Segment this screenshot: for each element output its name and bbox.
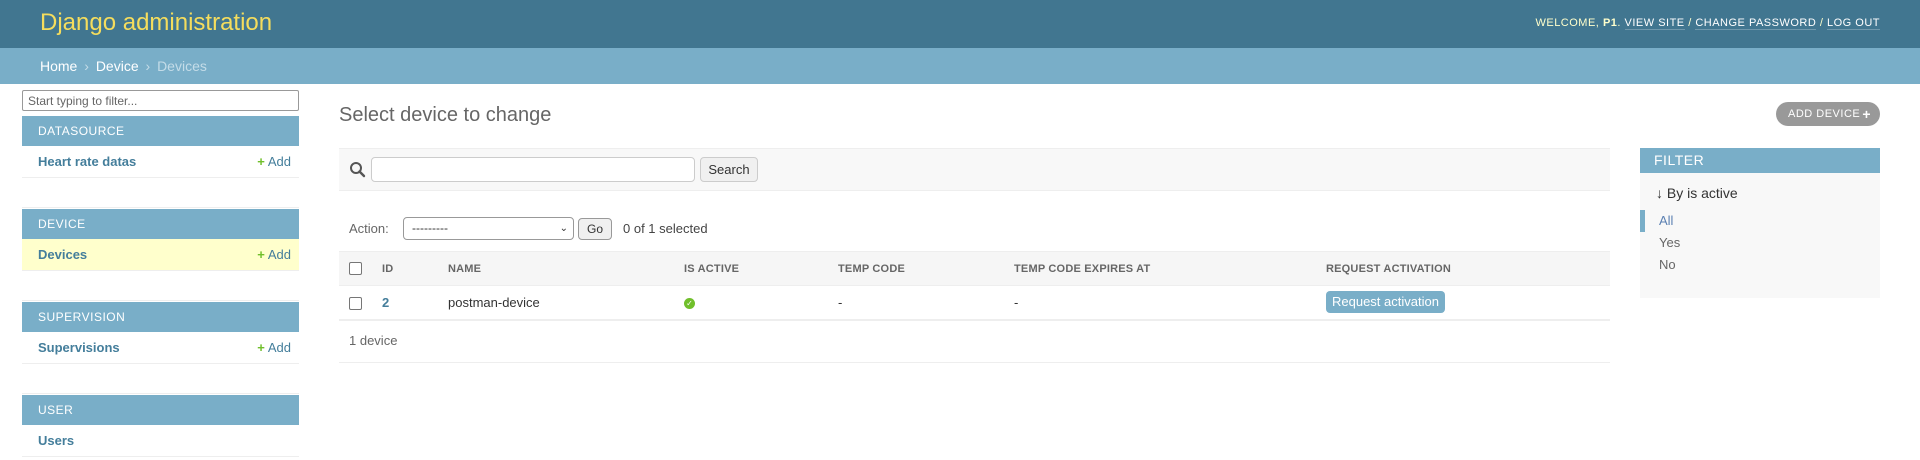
result-table: ID Name Is active Temp code Temp code ex… xyxy=(339,251,1610,321)
filter-option-all[interactable]: All xyxy=(1640,210,1880,232)
page-title: Select device to change xyxy=(339,104,552,126)
model-link-heart-rate-datas[interactable]: Heart rate datas xyxy=(38,154,136,169)
add-label: Add xyxy=(267,247,291,262)
model-link-supervisions[interactable]: Supervisions xyxy=(38,340,120,355)
breadcrumb-separator: › xyxy=(84,58,89,74)
log-out-link[interactable]: Log out xyxy=(1826,17,1880,30)
add-device-button[interactable]: Add device + xyxy=(1776,102,1880,126)
selection-counter: 0 of 1 selected xyxy=(623,221,708,236)
column-header-name[interactable]: Name xyxy=(439,251,675,286)
select-all-checkbox[interactable] xyxy=(349,262,362,275)
breadcrumb-app[interactable]: Device xyxy=(96,58,139,74)
module-spacer xyxy=(22,271,299,301)
welcome-text: Welcome, xyxy=(1535,17,1600,29)
app-module-device: Device Devices + Add xyxy=(22,209,299,301)
app-caption-device[interactable]: Device xyxy=(22,209,299,239)
filter-title: Filter xyxy=(1640,148,1880,173)
app-module-user: User Users xyxy=(22,395,299,457)
sidebar-item-supervisions: Supervisions + Add xyxy=(22,332,299,364)
cell-temp-code: - xyxy=(829,285,1005,321)
change-password-link[interactable]: Change password xyxy=(1695,17,1817,30)
cell-id: 2 xyxy=(373,285,439,321)
search-toolbar: Search xyxy=(339,148,1610,191)
column-header-id[interactable]: ID xyxy=(373,251,439,286)
add-heart-rate-data-link[interactable]: + Add xyxy=(257,154,291,169)
column-header-is-active[interactable]: Is active xyxy=(675,251,829,286)
add-supervision-link[interactable]: + Add xyxy=(257,340,291,355)
cell-temp-code-expires-at: - xyxy=(1005,285,1317,321)
sidebar-item-users: Users xyxy=(22,425,299,457)
action-select[interactable]: --------- ⌄ xyxy=(403,217,574,240)
request-activation-button[interactable]: Request activation xyxy=(1326,291,1445,314)
user-tools: Welcome, P1. View site / Change password… xyxy=(1535,17,1880,30)
header-bar: Django administration Welcome, P1. View … xyxy=(0,0,1920,48)
filter-by-is-active: ↓ By is active xyxy=(1656,185,1738,201)
changelist-filter: Filter ↓ By is active All Yes No xyxy=(1640,148,1880,298)
nav-sidebar: Datasource Heart rate datas +Add Device … xyxy=(22,84,299,460)
table-row: 2 postman-device ✓ - - Request activatio… xyxy=(339,285,1610,321)
breadcrumb-home[interactable]: Home xyxy=(40,58,77,74)
module-spacer xyxy=(22,364,299,394)
app-caption-supervision[interactable]: Supervision xyxy=(22,302,299,332)
cell-name: postman-device xyxy=(439,285,675,321)
model-link-devices[interactable]: Devices xyxy=(38,247,87,262)
chevron-down-icon: ⌄ xyxy=(559,223,568,234)
row-id-link[interactable]: 2 xyxy=(382,295,389,310)
select-all-header xyxy=(339,251,373,286)
site-branding-link[interactable]: Django administration xyxy=(40,9,272,37)
sidebar-item-heart-rate-datas: Heart rate datas + Add xyxy=(22,146,299,178)
plus-icon: + xyxy=(1862,106,1871,122)
app-module-supervision: Supervision Supervisions + Add xyxy=(22,302,299,394)
actions-bar: Action: --------- ⌄ Go 0 of 1 selected xyxy=(339,216,1610,242)
breadcrumb-current: Devices xyxy=(157,58,207,74)
filter-option-no[interactable]: No xyxy=(1640,254,1880,276)
breadcrumb: Home › Device › Devices xyxy=(0,48,1920,84)
model-link-users[interactable]: Users xyxy=(38,433,74,448)
module-spacer xyxy=(22,178,299,208)
go-button[interactable]: Go xyxy=(578,218,612,240)
plus-icon: + xyxy=(257,247,265,262)
plus-icon: + xyxy=(257,154,265,169)
sidebar-item-devices: Devices + Add xyxy=(22,239,299,271)
search-input[interactable] xyxy=(371,157,695,182)
column-header-temp-code-expires-at[interactable]: Temp code expires at xyxy=(1005,251,1317,286)
column-header-temp-code[interactable]: Temp code xyxy=(829,251,1005,286)
add-device-label: Add device xyxy=(1788,108,1861,120)
action-selected-value: --------- xyxy=(412,221,448,235)
username: P1 xyxy=(1602,17,1618,29)
paginator: 1 device xyxy=(339,322,1610,363)
app-caption-datasource[interactable]: Datasource xyxy=(22,116,299,146)
search-button[interactable]: Search xyxy=(700,157,758,182)
app-module-datasource: Datasource Heart rate datas + Add xyxy=(22,116,299,208)
add-label: Add xyxy=(267,154,291,169)
plus-icon: + xyxy=(257,340,265,355)
nav-filter-input[interactable] xyxy=(22,90,299,111)
search-icon xyxy=(350,162,366,178)
app-caption-user[interactable]: User xyxy=(22,395,299,425)
cell-request-activation: Request activation xyxy=(1317,285,1610,321)
breadcrumb-separator: › xyxy=(145,58,151,74)
table-header-row: ID Name Is active Temp code Temp code ex… xyxy=(339,251,1610,286)
cell-is-active: ✓ xyxy=(675,285,829,321)
view-site-link[interactable]: View site xyxy=(1624,17,1685,30)
row-checkbox[interactable] xyxy=(349,296,362,310)
filter-options: All Yes No xyxy=(1640,210,1880,276)
filter-option-yes[interactable]: Yes xyxy=(1640,232,1880,254)
add-label: Add xyxy=(267,340,291,355)
column-header-request-activation: Request activation xyxy=(1317,251,1610,286)
add-device-link[interactable]: + Add xyxy=(257,247,291,262)
action-label: Action: xyxy=(349,221,389,236)
check-circle-icon: ✓ xyxy=(684,297,695,309)
row-select-cell xyxy=(339,285,373,321)
